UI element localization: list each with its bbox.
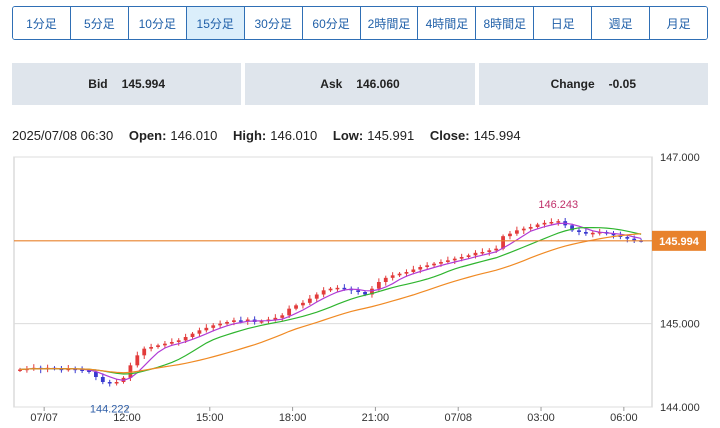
- candle-body: [521, 228, 526, 231]
- price-chart[interactable]: 147.000145.000144.00007/07 12:00 15:00 18:0…: [0, 0, 720, 428]
- candle-body: [342, 287, 347, 290]
- candle-body: [577, 230, 581, 232]
- candle-body: [466, 255, 471, 257]
- candle-body: [238, 320, 243, 322]
- candle-body: [280, 315, 285, 318]
- candle-body: [107, 382, 112, 384]
- candle-body: [142, 348, 147, 356]
- candle-body: [535, 224, 540, 227]
- candle-body: [542, 222, 547, 225]
- candle-body: [135, 355, 140, 366]
- candle-body: [163, 343, 167, 346]
- candle-body: [225, 322, 229, 324]
- candle-body: [418, 267, 423, 270]
- x-tick-label: 06:00: [610, 412, 638, 424]
- candle-body: [287, 308, 292, 316]
- candle-body: [356, 290, 361, 292]
- candle-body: [404, 272, 409, 274]
- candle-body: [480, 252, 485, 254]
- candle-body: [445, 260, 450, 262]
- x-tick-label: 18:00: [279, 412, 307, 424]
- candle-body: [494, 248, 499, 251]
- candle-body: [432, 263, 436, 266]
- candle-body: [169, 342, 174, 344]
- candle-body: [328, 288, 333, 291]
- candle-body: [590, 232, 595, 235]
- candle-body: [528, 227, 533, 229]
- high-annotation: 146.243: [538, 199, 578, 211]
- candle-body: [232, 320, 236, 322]
- x-tick-label: 03:00: [527, 412, 555, 424]
- current-price-label: 145.994: [659, 236, 700, 248]
- x-tick-label: 07/07: [30, 412, 58, 424]
- candle-body: [452, 258, 457, 261]
- candle-body: [307, 298, 312, 303]
- candle-body: [397, 273, 402, 276]
- candle-body: [294, 305, 298, 309]
- x-tick-label: 15:00: [196, 412, 224, 424]
- candle-body: [149, 347, 154, 349]
- candle-body: [556, 221, 561, 223]
- candle-body: [156, 345, 160, 347]
- candle-body: [363, 292, 367, 295]
- candle-body: [383, 277, 388, 282]
- plot-area: [13, 156, 653, 408]
- candle-body: [376, 282, 381, 289]
- candle-body: [183, 337, 188, 341]
- candle-body: [197, 330, 202, 334]
- candle-body: [625, 237, 630, 239]
- x-tick-label: 07/08: [444, 412, 472, 424]
- candle-body: [487, 250, 492, 252]
- candle-body: [508, 233, 512, 237]
- candle-body: [459, 257, 464, 259]
- candle-body: [100, 377, 105, 382]
- candle-body: [514, 230, 519, 234]
- low-annotation: 144.222: [90, 404, 130, 416]
- candle-body: [583, 232, 588, 234]
- candle-body: [94, 372, 98, 377]
- candle-body: [176, 340, 181, 342]
- candle-body: [190, 333, 195, 337]
- y-tick-label: 145.000: [660, 319, 700, 331]
- x-tick-label: 21:00: [362, 412, 390, 424]
- candle-body: [211, 325, 216, 328]
- y-tick-label: 147.000: [660, 152, 700, 164]
- candle-body: [425, 265, 430, 267]
- candle-body: [411, 269, 416, 272]
- candle-body: [632, 238, 637, 241]
- candle-body: [439, 262, 443, 264]
- candle-body: [204, 327, 209, 331]
- candle-body: [314, 294, 319, 299]
- candle-body: [390, 275, 395, 278]
- candle-body: [549, 222, 554, 224]
- candle-body: [218, 323, 223, 326]
- candle-body: [114, 382, 119, 384]
- candle-body: [473, 252, 478, 256]
- y-tick-label: 144.000: [660, 402, 700, 414]
- candle-body: [301, 302, 305, 306]
- candle-body: [321, 290, 326, 295]
- candle-body: [335, 287, 340, 290]
